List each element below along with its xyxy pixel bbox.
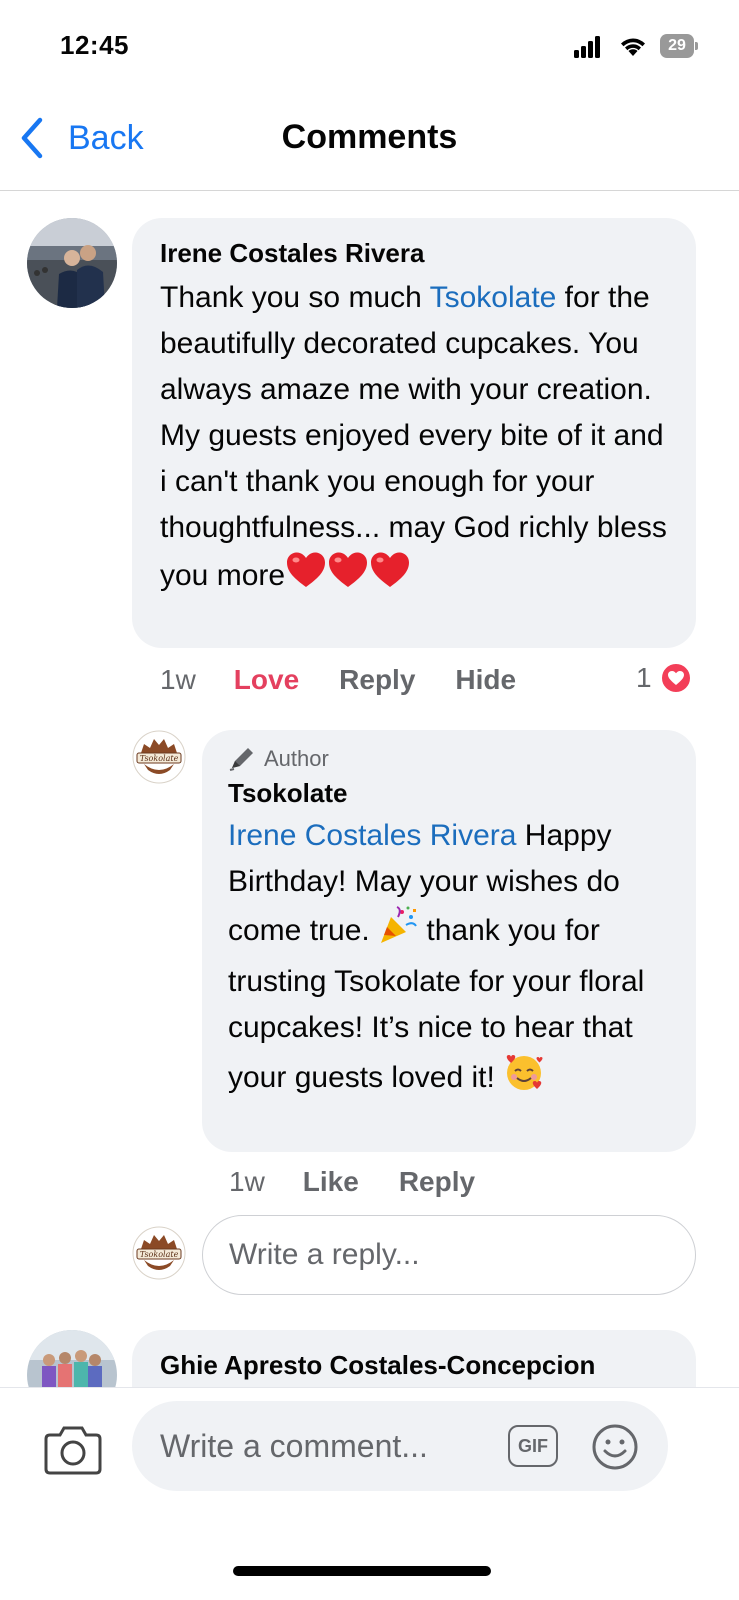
status-time: 12:45 bbox=[60, 30, 129, 60]
nav-header: Back Comments bbox=[0, 96, 739, 191]
comment-author[interactable]: Irene Costales Rivera bbox=[160, 238, 668, 269]
heart-emoji bbox=[285, 551, 327, 603]
author-badge: Author bbox=[228, 746, 672, 772]
like-button[interactable]: Like bbox=[303, 1166, 359, 1198]
next-comment-author[interactable]: Ghie Apresto Costales-Concepcion bbox=[160, 1350, 595, 1381]
reply-input[interactable]: Write a reply... bbox=[202, 1215, 696, 1295]
comment-actions: 1w Love Reply Hide bbox=[160, 660, 516, 700]
love-button[interactable]: Love bbox=[234, 664, 299, 696]
wifi-icon bbox=[621, 38, 645, 56]
smiling-face-hearts-emoji bbox=[503, 1051, 545, 1107]
reply-button[interactable]: Reply bbox=[399, 1166, 475, 1198]
battery-icon: 29 bbox=[660, 34, 698, 58]
reply-input-placeholder: Write a reply... bbox=[229, 1238, 420, 1271]
status-bar: 12:45 29 bbox=[0, 0, 739, 96]
comment-bubble: Irene Costales Rivera Thank you so much … bbox=[132, 218, 696, 648]
page-title: Comments bbox=[281, 118, 458, 156]
battery-level: 29 bbox=[660, 34, 694, 58]
svg-text:Tsokolate: Tsokolate bbox=[140, 1250, 179, 1259]
smiley-icon[interactable] bbox=[591, 1423, 639, 1471]
comment-input[interactable]: Write a comment... bbox=[132, 1401, 668, 1491]
reply-bubble: Author Tsokolate Irene Costales Rivera H… bbox=[202, 730, 696, 1152]
love-reaction-icon bbox=[659, 662, 692, 694]
reply-author[interactable]: Tsokolate bbox=[228, 778, 672, 809]
reaction-count: 1 bbox=[636, 662, 652, 693]
author-avatar[interactable]: Tsokolate bbox=[132, 730, 186, 784]
home-indicator[interactable] bbox=[233, 1566, 491, 1576]
reply-time[interactable]: 1w bbox=[229, 1166, 265, 1198]
hide-button[interactable]: Hide bbox=[455, 664, 516, 696]
gif-button[interactable]: GIF bbox=[508, 1425, 558, 1467]
heart-emoji bbox=[327, 551, 369, 603]
reply-actions: 1w Like Reply bbox=[229, 1162, 475, 1202]
comment-time[interactable]: 1w bbox=[160, 664, 196, 696]
commenter-avatar[interactable] bbox=[27, 218, 117, 308]
reply-button[interactable]: Reply bbox=[339, 664, 415, 696]
comment-text: Thank you so much Tsokolate for the beau… bbox=[160, 275, 668, 603]
comment-input-placeholder: Write a comment... bbox=[160, 1427, 428, 1464]
mention-link[interactable]: Irene Costales Rivera bbox=[228, 819, 516, 852]
reaction-summary[interactable]: 1 bbox=[636, 662, 692, 694]
mention-link[interactable]: Tsokolate bbox=[430, 281, 557, 314]
signal-icon bbox=[574, 36, 602, 58]
current-user-avatar: Tsokolate bbox=[132, 1226, 186, 1280]
svg-text:Tsokolate: Tsokolate bbox=[140, 754, 179, 763]
camera-icon[interactable] bbox=[44, 1423, 102, 1475]
heart-emoji bbox=[369, 551, 411, 603]
party-popper-emoji bbox=[378, 905, 418, 959]
reply-text: Irene Costales Rivera Happy Birthday! Ma… bbox=[228, 813, 672, 1107]
pencil-icon bbox=[229, 748, 253, 771]
